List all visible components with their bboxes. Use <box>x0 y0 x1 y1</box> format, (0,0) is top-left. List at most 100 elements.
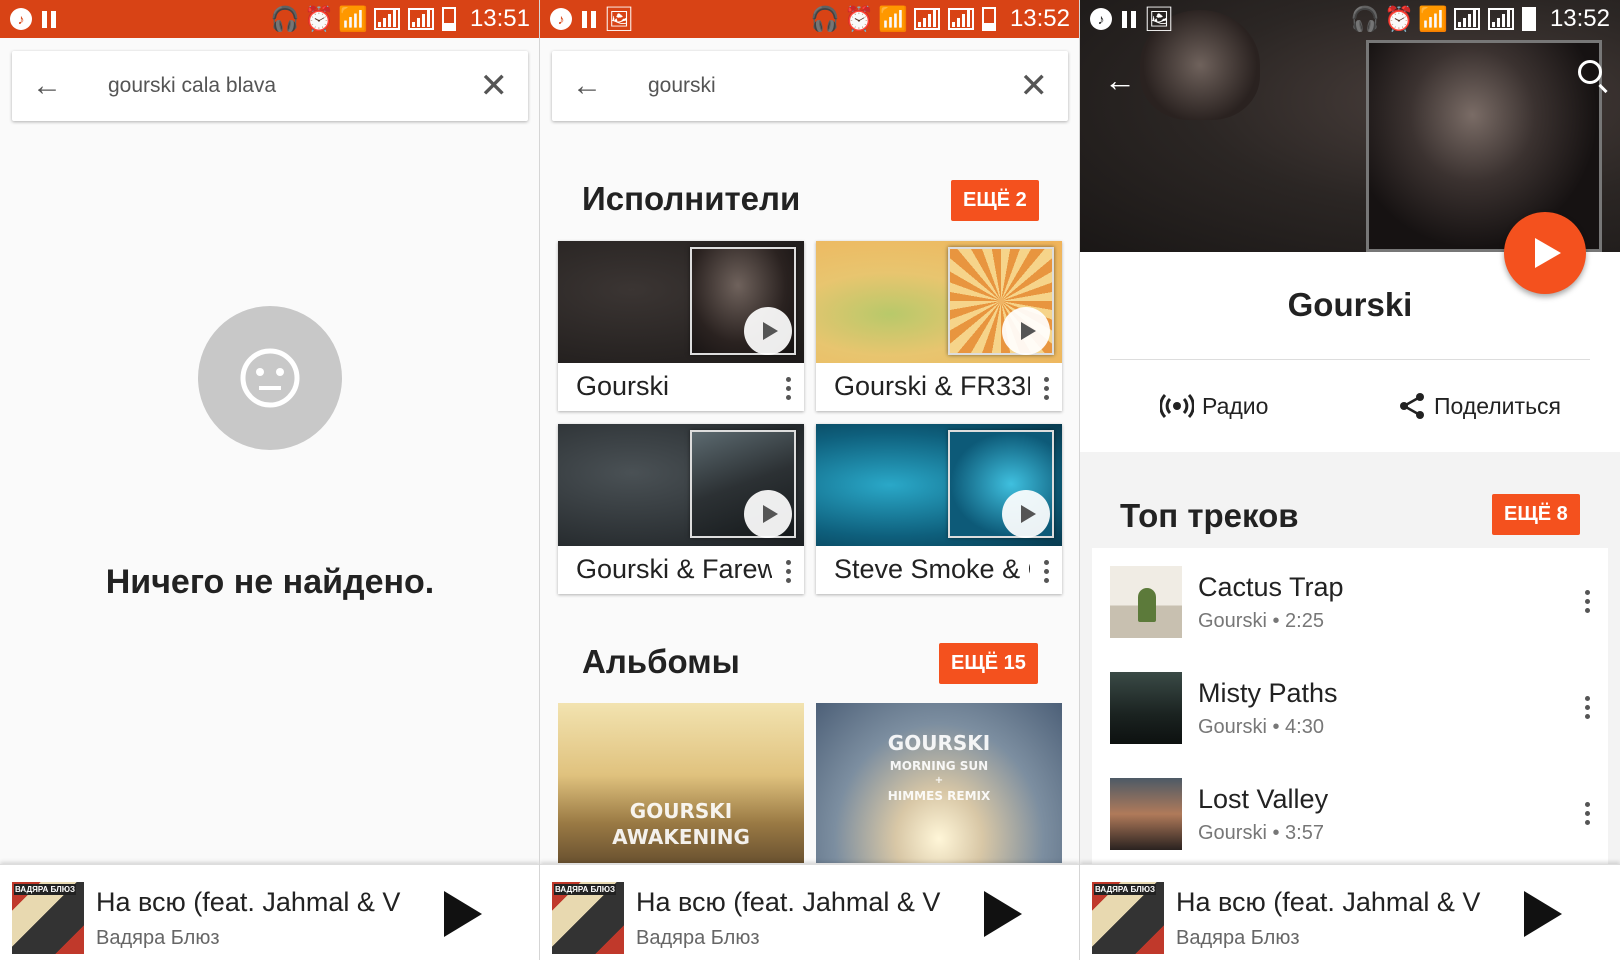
share-label: Поделиться <box>1434 392 1562 419</box>
more-vert-icon[interactable] <box>1585 590 1590 613</box>
search-input[interactable]: gourski cala blava <box>108 74 468 98</box>
divider <box>1110 359 1590 360</box>
screen-search-results: ♪ 🖼 🎧 ⏰ 📶 13:52 ← gourski ✕ Исполнители … <box>540 0 1080 960</box>
artist-name: Gourski & Farewell <box>576 554 772 584</box>
now-playing-cover: ВАДЯРА БЛЮЗ <box>12 882 84 954</box>
play-fab-button[interactable] <box>1504 212 1586 294</box>
empty-message: Ничего не найдено. <box>105 563 435 601</box>
more-vert-icon[interactable] <box>1585 802 1590 825</box>
alarm-icon: ⏰ <box>844 5 874 33</box>
search-bar[interactable]: ← gourski cala blava ✕ <box>12 51 528 121</box>
more-vert-icon[interactable] <box>1044 560 1050 583</box>
headphones-icon: 🎧 <box>1350 5 1380 33</box>
album-card[interactable]: GOURSKI MORNING SUN + HIMMES REMIX <box>816 703 1062 863</box>
pause-icon <box>1122 10 1136 28</box>
track-row[interactable]: Cactus Trap Gourski • 2:25 <box>1092 548 1608 652</box>
play-icon[interactable] <box>1002 307 1050 355</box>
status-bar: ♪ 🎧 ⏰ 📶 13:51 <box>0 0 540 38</box>
music-note-icon: ♪ <box>1090 8 1112 30</box>
sim1-signal-icon <box>1453 8 1480 30</box>
section-title-albums: Альбомы <box>582 643 740 680</box>
now-playing-title: На всю (feat. Jahmal & V <box>636 887 941 917</box>
more-albums-button[interactable]: ЕЩЁ 15 <box>939 643 1038 684</box>
album-card[interactable]: GOURSKI AWAKENING <box>558 703 804 863</box>
track-subtitle: Gourski • 2:25 <box>1198 610 1324 632</box>
more-vert-icon[interactable] <box>786 377 792 400</box>
back-arrow-icon[interactable]: ← <box>572 69 612 103</box>
image-icon: 🖼 <box>603 5 635 33</box>
battery-icon <box>981 7 996 31</box>
headphones-icon: 🎧 <box>270 5 300 33</box>
sim2-signal-icon <box>1487 8 1514 30</box>
now-playing-artist: Вадяра Блюз <box>96 927 220 949</box>
play-icon[interactable] <box>984 891 1022 937</box>
battery-icon <box>441 7 456 31</box>
clear-icon[interactable]: ✕ <box>468 69 509 103</box>
alarm-icon: ⏰ <box>1384 5 1414 33</box>
status-bar: ♪ 🖼 🎧 ⏰ 📶 13:52 <box>1080 0 1620 38</box>
now-playing-bar[interactable]: ВАДЯРА БЛЮЗ На всю (feat. Jahmal & V Вад… <box>540 864 1080 960</box>
clock: 13:52 <box>1549 5 1610 32</box>
clear-icon[interactable]: ✕ <box>1008 69 1049 103</box>
radio-button[interactable]: Радио <box>1160 392 1268 420</box>
more-artists-button[interactable]: ЕЩЁ 2 <box>951 180 1039 221</box>
play-icon[interactable] <box>1524 891 1562 937</box>
track-cover <box>1110 778 1182 850</box>
search-bar[interactable]: ← gourski ✕ <box>552 51 1068 121</box>
sim2-signal-icon <box>947 8 974 30</box>
artist-name: Gourski <box>576 371 670 401</box>
search-input[interactable]: gourski <box>648 74 1008 98</box>
track-row[interactable]: Lost Valley Gourski • 3:57 <box>1092 760 1608 864</box>
back-arrow-icon[interactable]: ← <box>1104 62 1136 99</box>
search-icon[interactable] <box>1578 60 1602 84</box>
track-title: Lost Valley <box>1198 784 1329 814</box>
track-title: Cactus Trap <box>1198 572 1344 602</box>
now-playing-title: На всю (feat. Jahmal & V <box>96 887 401 917</box>
now-playing-bar[interactable]: ВАДЯРА БЛЮЗ На всю (feat. Jahmal & V Вад… <box>0 864 540 960</box>
now-playing-cover: ВАДЯРА БЛЮЗ <box>552 882 624 954</box>
sim1-signal-icon <box>373 8 400 30</box>
sim2-signal-icon <box>407 8 434 30</box>
section-title-top-tracks: Топ треков <box>1120 497 1299 534</box>
artist-name: Steve Smoke & Gourski <box>834 554 1030 584</box>
screen-artist: ← ♪ 🖼 🎧 ⏰ 📶 13:52 Gourski Радио Поделить… <box>1080 0 1620 960</box>
artist-card[interactable]: Gourski & Farewell <box>558 424 804 594</box>
artist-card[interactable]: Gourski & FR33MAN <box>816 241 1062 411</box>
play-icon[interactable] <box>744 490 792 538</box>
more-tracks-button[interactable]: ЕЩЁ 8 <box>1492 494 1580 535</box>
back-arrow-icon[interactable]: ← <box>32 69 72 103</box>
now-playing-cover: ВАДЯРА БЛЮЗ <box>1092 882 1164 954</box>
play-icon[interactable] <box>1002 490 1050 538</box>
music-note-icon: ♪ <box>10 8 32 30</box>
track-list: Cactus Trap Gourski • 2:25 Misty Paths G… <box>1092 548 1608 866</box>
clock: 13:52 <box>1009 5 1070 32</box>
wifi-icon: 📶 <box>878 5 908 33</box>
track-subtitle: Gourski • 4:30 <box>1198 716 1324 738</box>
now-playing-bar[interactable]: ВАДЯРА БЛЮЗ На всю (feat. Jahmal & V Вад… <box>1080 864 1620 960</box>
artist-card[interactable]: Gourski <box>558 241 804 411</box>
track-title: Misty Paths <box>1198 678 1338 708</box>
share-icon <box>1400 393 1424 419</box>
play-icon[interactable] <box>744 307 792 355</box>
artist-card[interactable]: Steve Smoke & Gourski <box>816 424 1062 594</box>
headphones-icon: 🎧 <box>810 5 840 33</box>
image-icon: 🖼 <box>1143 5 1175 33</box>
share-button[interactable]: Поделиться <box>1398 392 1561 420</box>
clock: 13:51 <box>469 5 530 32</box>
screen-search-empty: ♪ 🎧 ⏰ 📶 13:51 ← gourski cala blava ✕ Нич… <box>0 0 540 960</box>
more-vert-icon[interactable] <box>1044 377 1050 400</box>
sad-face-icon <box>198 306 342 450</box>
now-playing-artist: Вадяра Блюз <box>636 927 760 949</box>
more-vert-icon[interactable] <box>786 560 792 583</box>
track-cover <box>1110 672 1182 744</box>
status-bar: ♪ 🖼 🎧 ⏰ 📶 13:52 <box>540 0 1080 38</box>
more-vert-icon[interactable] <box>1585 696 1590 719</box>
wifi-icon: 📶 <box>1418 5 1448 33</box>
track-subtitle: Gourski • 3:57 <box>1198 822 1324 844</box>
battery-icon <box>1521 7 1536 31</box>
play-icon[interactable] <box>444 891 482 937</box>
track-row[interactable]: Misty Paths Gourski • 4:30 <box>1092 654 1608 758</box>
pause-icon <box>582 10 596 28</box>
radio-icon <box>1160 393 1194 419</box>
artist-name: Gourski & FR33MAN <box>834 371 1030 401</box>
